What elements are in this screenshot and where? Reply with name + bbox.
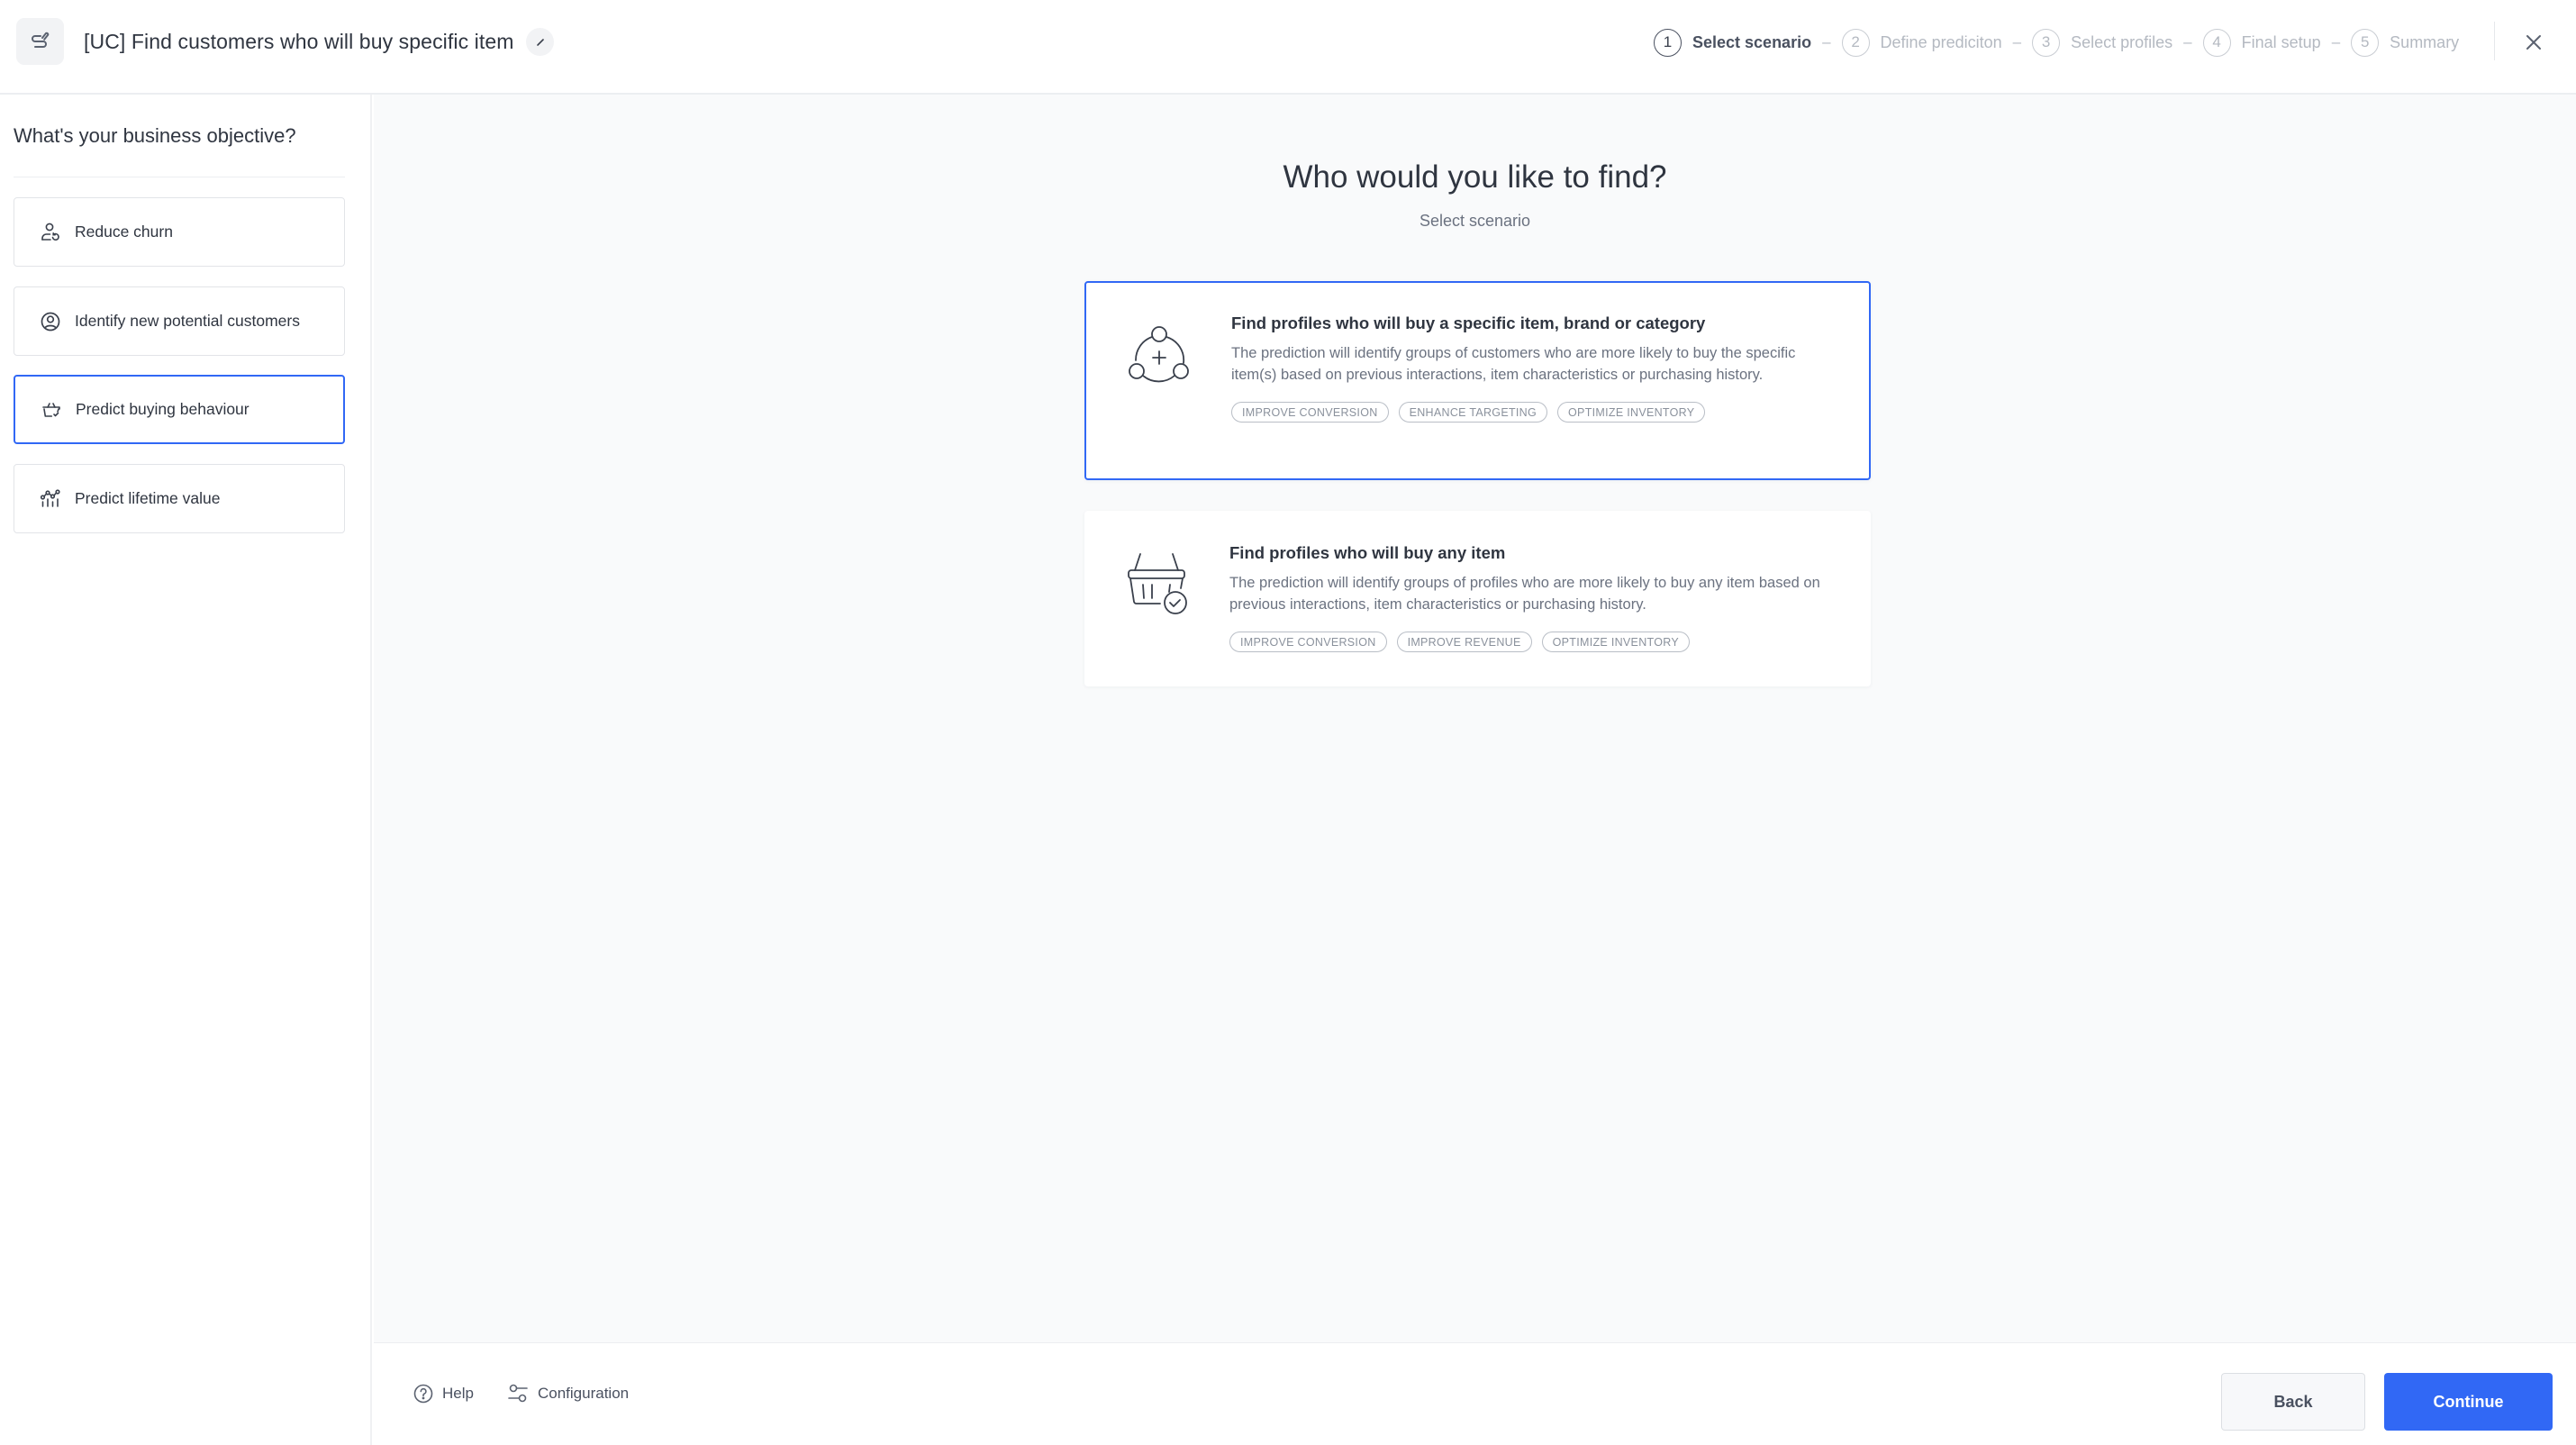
step-label: Summary	[2390, 32, 2460, 51]
objective-sidebar: What's your business objective? Reduce c…	[0, 95, 372, 1445]
step-label: Select profiles	[2071, 32, 2173, 51]
objective-label: Reduce churn	[75, 223, 173, 241]
basket-check-icon	[1128, 553, 1187, 614]
app-logo	[16, 18, 64, 65]
step-number: 4	[2202, 28, 2231, 57]
step-number: 5	[2351, 28, 2380, 57]
scenario-title: [UC] Find customers who will buy specifi…	[84, 30, 514, 53]
step-separator: –	[2012, 33, 2022, 50]
help-link[interactable]: Help	[413, 1378, 474, 1409]
scenario-tags: IMPROVE CONVERSION ENHANCE TARGETING OPT…	[1231, 402, 1833, 423]
tag: OPTIMIZE INVENTORY	[1541, 632, 1690, 652]
basket-check-icon	[42, 402, 60, 417]
cycle-add-icon	[1129, 326, 1189, 383]
tag: IMPROVE REVENUE	[1396, 632, 1532, 652]
user-circle-icon	[41, 312, 60, 331]
scenario-description: The prediction will identify groups of c…	[1231, 345, 1796, 383]
scenario-description: The prediction will identify groups of p…	[1229, 575, 1820, 613]
edit-title-button[interactable]	[526, 28, 554, 56]
help-label: Help	[442, 1385, 474, 1402]
chart-points-icon	[40, 488, 60, 507]
scenario-card-any-item[interactable]: Find profiles who will buy any item The …	[1084, 511, 1871, 686]
configuration-label: Configuration	[538, 1385, 630, 1402]
wizard-stepper: 1 Select scenario – 2 Define prediciton …	[1654, 28, 2459, 57]
step-separator: –	[2183, 33, 2192, 50]
objective-label: Predict buying behaviour	[76, 400, 249, 418]
step-summary[interactable]: 5 Summary	[2351, 28, 2460, 57]
close-wizard-button[interactable]	[2519, 28, 2548, 57]
wizard-header: [UC] Find customers who will buy specifi…	[0, 0, 2576, 95]
page-subtitle: Select scenario	[1419, 212, 1531, 230]
configuration-link[interactable]: Configuration	[507, 1378, 629, 1409]
pencil-icon	[536, 38, 544, 46]
step-label: Select scenario	[1692, 32, 1812, 51]
step-select-profiles[interactable]: 3 Select profiles	[2032, 28, 2173, 57]
scenario-title: Find profiles who will buy any item	[1229, 543, 1506, 562]
page-title: Who would you like to find?	[1283, 159, 1667, 195]
close-icon	[2526, 35, 2541, 50]
step-number: 1	[1654, 28, 1682, 57]
sidebar-heading: What's your business objective?	[14, 124, 296, 147]
step-define-prediction[interactable]: 2 Define prediciton	[1841, 28, 2002, 57]
step-number: 3	[2032, 28, 2061, 57]
scenario-title: Find profiles who will buy a specific it…	[1231, 314, 1706, 332]
step-number: 2	[1841, 28, 1870, 57]
step-label: Final setup	[2241, 32, 2321, 51]
objective-predict-buying-behaviour[interactable]: Predict buying behaviour	[14, 375, 345, 444]
user-refresh-icon	[41, 223, 59, 241]
prediction-flow-icon	[31, 32, 49, 48]
scenario-card-specific-item[interactable]: Find profiles who will buy a specific it…	[1084, 281, 1871, 480]
scenario-tags: IMPROVE CONVERSION IMPROVE REVENUE OPTIM…	[1229, 632, 1835, 652]
help-icon	[413, 1384, 433, 1404]
back-button[interactable]: Back	[2221, 1373, 2365, 1431]
wizard-footer: Help Configuration Back Continue	[374, 1342, 2576, 1445]
header-divider	[2494, 22, 2495, 60]
continue-button[interactable]: Continue	[2384, 1373, 2553, 1431]
scenario-main: Who would you like to find? Select scena…	[374, 95, 2576, 1342]
step-label: Define prediciton	[1880, 32, 2002, 51]
objective-label: Identify new potential customers	[75, 312, 300, 330]
step-select-scenario[interactable]: 1 Select scenario	[1654, 28, 1812, 57]
sliders-icon	[508, 1384, 528, 1403]
objective-predict-lifetime-value[interactable]: Predict lifetime value	[14, 464, 345, 533]
objective-identify-new-customers[interactable]: Identify new potential customers	[14, 286, 345, 356]
tag: IMPROVE CONVERSION	[1231, 402, 1389, 423]
tag: OPTIMIZE INVENTORY	[1557, 402, 1706, 423]
step-separator: –	[1822, 33, 1831, 50]
objective-reduce-churn[interactable]: Reduce churn	[14, 197, 345, 267]
tag: ENHANCE TARGETING	[1398, 402, 1548, 423]
tag: IMPROVE CONVERSION	[1229, 632, 1387, 652]
objective-label: Predict lifetime value	[75, 489, 221, 507]
step-separator: –	[2331, 33, 2341, 50]
step-final-setup[interactable]: 4 Final setup	[2202, 28, 2321, 57]
